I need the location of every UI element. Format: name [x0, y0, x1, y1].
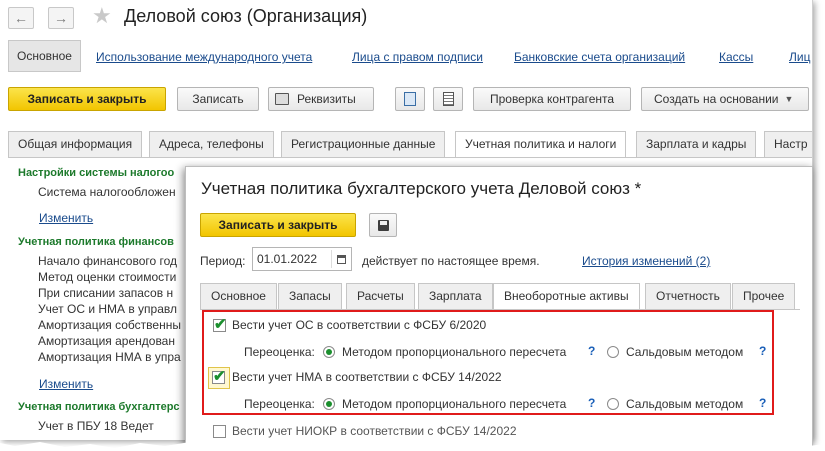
fin-line: Амортизация НМА в упра [38, 350, 181, 364]
section-tax-settings: Настройки системы налогоо [18, 167, 175, 179]
window-title: Деловой союз (Организация) [124, 6, 368, 26]
tab-registration[interactable]: Регистрационные данные [281, 131, 446, 157]
change-link-1[interactable]: Изменить [39, 211, 93, 225]
link-more[interactable]: Лиц [789, 50, 810, 64]
dialog-title: Учетная политика бухгалтерского учета Де… [201, 179, 642, 198]
fin-line: Начало финансового год [38, 254, 178, 268]
chevron-down-icon: ▼ [784, 94, 794, 104]
fin-line: Амортизация арендован [38, 334, 175, 348]
section-fin-policy: Учетная политика финансов [18, 236, 174, 248]
documents-icon [404, 92, 416, 106]
acc-line: Учет в ПБУ 18 Ведет [38, 419, 154, 433]
history-link[interactable]: История изменений (2) [582, 254, 710, 268]
star-icon[interactable]: ★ [92, 3, 112, 29]
tab-general[interactable]: Общая информация [8, 131, 143, 157]
tab-dlg-salary[interactable]: Зарплата [418, 283, 493, 309]
forward-button[interactable]: → [48, 7, 74, 29]
requisites-button[interactable]: Реквизиты [268, 87, 374, 111]
tab-dlg-other[interactable]: Прочее [732, 283, 796, 309]
fin-line: Метод оценки стоимости [38, 270, 177, 284]
accounting-policy-dialog: Учетная политика бухгалтерского учета Де… [185, 166, 813, 451]
dialog-write-close-button[interactable]: Записать и закрыть [200, 213, 356, 237]
tab-divider [8, 157, 812, 158]
floppy-icon [377, 219, 389, 231]
tab-accounting-policy[interactable]: Учетная политика и налоги [455, 131, 627, 158]
link-intl-accounting[interactable]: Использование международного учета [96, 50, 312, 64]
printer-icon [275, 93, 289, 105]
period-input[interactable]: 01.01.2022 [252, 247, 352, 271]
section-acc-policy: Учетная политика бухгалтерс [18, 401, 180, 413]
tab-dlg-stock[interactable]: Запасы [278, 283, 342, 309]
period-label: Период: [200, 254, 246, 268]
calendar-icon[interactable] [331, 250, 350, 268]
arrow-right-icon: → [54, 10, 68, 26]
create-based-label: Создать на основании [654, 92, 779, 106]
arrow-left-icon: ← [14, 10, 28, 26]
tab-addresses[interactable]: Адреса, телефоны [149, 131, 274, 157]
period-value: 01.01.2022 [257, 252, 318, 266]
dialog-save-button[interactable] [369, 213, 397, 237]
back-button[interactable]: ← [8, 7, 34, 29]
write-close-button[interactable]: Записать и закрыть [8, 87, 166, 111]
tab-dlg-fixed-assets[interactable]: Внеоборотные активы [493, 283, 640, 310]
tab-dlg-main[interactable]: Основное [200, 283, 277, 309]
fin-line: Амортизация собственны [38, 318, 181, 332]
torn-edge [0, 436, 825, 451]
fin-line: Учет ОС и НМА в управл [38, 302, 178, 316]
nav-main[interactable]: Основное [8, 40, 81, 72]
tab-settings[interactable]: Настр [764, 131, 812, 157]
tab-salary[interactable]: Зарплата и кадры [636, 131, 757, 157]
tab-dlg-reports[interactable]: Отчетность [645, 283, 731, 309]
link-bank-accounts[interactable]: Банковские счета организаций [514, 50, 685, 64]
highlight-frame [202, 310, 774, 415]
create-based-button[interactable]: Создать на основании ▼ [641, 87, 809, 111]
link-cash[interactable]: Кассы [719, 50, 753, 64]
attachments-button[interactable] [395, 87, 425, 111]
tab-dlg-settlements[interactable]: Расчеты [346, 283, 415, 309]
tax-system-text: Система налогообложен [38, 185, 176, 199]
link-signers[interactable]: Лица с правом подписи [352, 50, 483, 64]
list-icon [442, 92, 454, 106]
check-contractor-button[interactable]: Проверка контрагента [473, 87, 631, 111]
write-button[interactable]: Записать [177, 87, 259, 111]
report-button[interactable] [433, 87, 463, 111]
requisites-label: Реквизиты [297, 92, 356, 106]
valid-text: действует по настоящее время. [362, 254, 540, 268]
change-link-2[interactable]: Изменить [39, 377, 93, 391]
fin-line: При списании запасов н [38, 286, 174, 300]
